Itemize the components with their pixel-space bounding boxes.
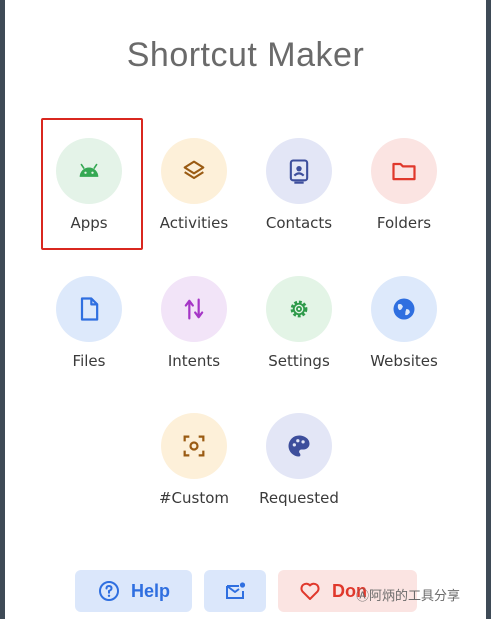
window-frame-right [486,0,491,619]
tile-intents[interactable]: Intents [139,254,249,370]
window-frame-left [0,0,5,619]
tile-activities[interactable]: Activities [139,116,249,232]
mail-notification-icon [226,582,246,599]
tile-requested-circle [266,413,332,479]
tile-files-circle [56,276,122,342]
tile-settings-label: Settings [268,352,330,370]
file-icon [80,297,99,321]
tile-intents-label: Intents [167,352,221,370]
help-icon [98,581,119,601]
tile-files-label: Files [72,352,106,370]
help-button[interactable]: Help [75,570,192,612]
scan-frame-icon [183,435,205,457]
tile-files[interactable]: Files [34,254,144,370]
tile-contacts-label: Contacts [265,214,333,232]
page-title: Shortcut Maker [126,36,365,74]
tile-websites-label: Websites [370,352,438,370]
tile-activities-label: Activities [159,214,229,232]
tile-custom-label: #Custom [158,489,230,507]
contact-icon [289,159,309,184]
tile-requested-label: Requested [259,489,339,507]
globe-icon [393,298,415,320]
folder-icon [392,162,416,181]
heart-icon [300,582,320,600]
tile-custom[interactable]: #Custom [139,391,249,507]
tile-folders-circle [371,138,437,204]
tile-websites[interactable]: Websites [349,254,459,370]
gear-icon [290,300,308,318]
feedback-mail-button[interactable] [204,570,266,612]
tile-websites-circle [371,276,437,342]
help-button-label: Help [130,580,170,601]
layers-icon [183,160,205,180]
tile-settings[interactable]: Settings [244,254,354,370]
tile-settings-circle [266,276,332,342]
tile-custom-circle [161,413,227,479]
tile-intents-circle [161,276,227,342]
swap-arrows-icon [184,298,204,320]
selection-highlight [41,118,143,250]
tile-contacts[interactable]: Contacts [244,116,354,232]
tile-activities-circle [161,138,227,204]
tile-folders[interactable]: Folders [349,116,459,232]
palette-icon [288,435,310,457]
watermark: Ⓐ阿炳的工具分享 [356,589,461,604]
tile-requested[interactable]: Requested [244,391,354,507]
tile-folders-label: Folders [376,214,432,232]
tile-contacts-circle [266,138,332,204]
